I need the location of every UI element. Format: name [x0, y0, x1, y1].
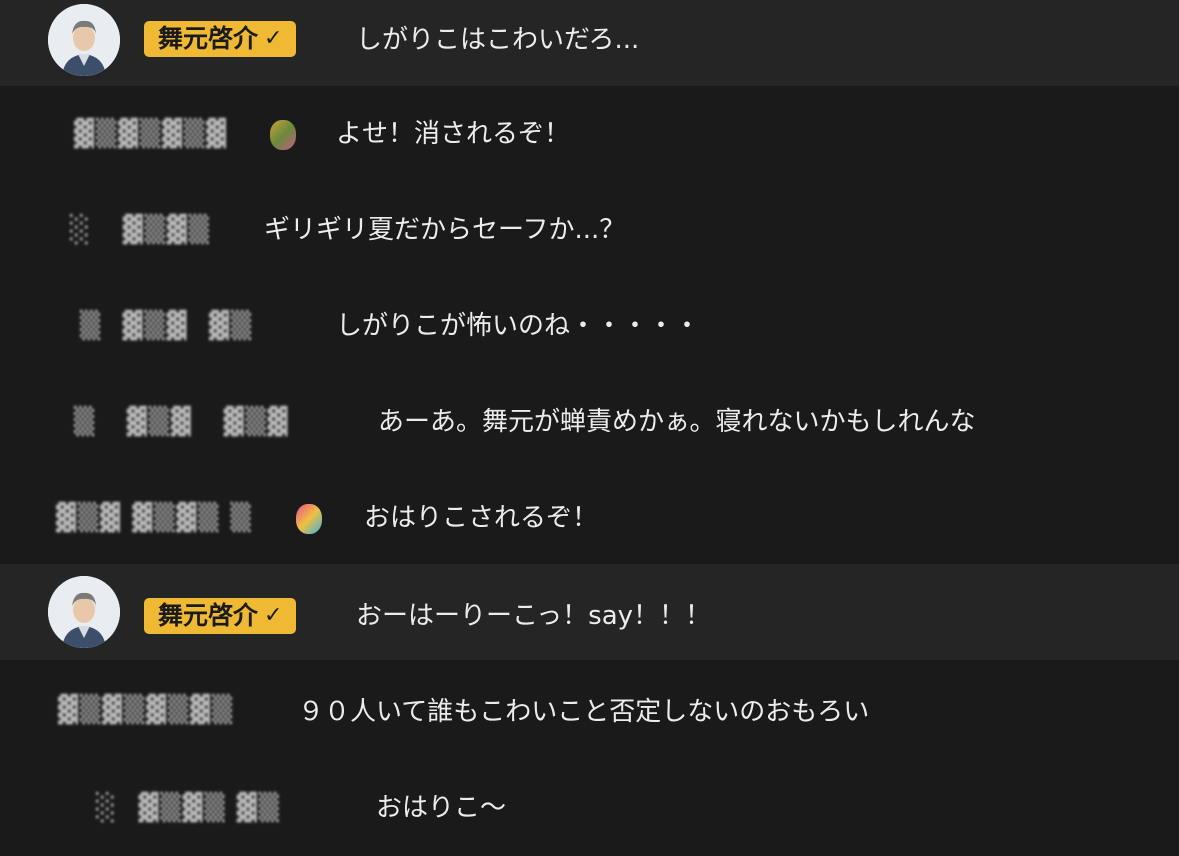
comment-row: ▓▒▓ ▓▒▓▒ ▒ おはりこされるぞ！ — [0, 470, 1179, 564]
commenter-name[interactable]: ▓▒▓▒▓▒▓ — [74, 114, 244, 154]
owner-name: 舞元啓介 — [158, 601, 259, 630]
owner-badge[interactable]: 舞元啓介 ✓ — [144, 598, 297, 634]
commenter-name[interactable]: ▓▒▓▒▓▒▓▒ — [58, 690, 254, 730]
verified-check-icon: ✓ — [264, 26, 283, 51]
comment-row: ▓▒▓▒▓▒▓ よせ！消されるぞ！ — [0, 86, 1179, 182]
comment-row: ░ ▓▒▓▒ ▓▒ おはりこ〜 — [0, 756, 1179, 856]
member-emoji-icon — [296, 504, 322, 534]
comment-text: しがりこはこわいだろ... — [356, 25, 640, 55]
comment-text: しがりこが怖いのね・・・・・ — [336, 311, 701, 341]
member-emoji-icon — [270, 120, 296, 150]
comment-row: ▒ ▓▒▓ ▓▒▓ あーあ。舞元が蝉責めかぁ。寝れないかもしれんな — [0, 374, 1179, 470]
comment-text: おはりこされるぞ！ — [364, 503, 599, 533]
owner-badge[interactable]: 舞元啓介 ✓ — [144, 21, 297, 57]
owner-name: 舞元啓介 — [158, 24, 259, 53]
avatar[interactable] — [48, 4, 120, 76]
commenter-name[interactable]: ▓▒▓ ▓▒▓▒ ▒ — [56, 498, 266, 538]
comment-row: ▓▒▓▒▓▒▓▒ ９０人いて誰もこわいこと否定しないのおもろい — [0, 660, 1179, 756]
comment-text: おーはーりーこっ！say！！！ — [356, 601, 712, 631]
comment-row-owner: 舞元啓介 ✓ しがりこはこわいだろ... — [0, 0, 1179, 86]
comment-text: ギリギリ夏だからセーフか...？ — [264, 215, 626, 245]
commenter-name[interactable]: ░ ▓▒▓▒ — [70, 210, 230, 250]
comment-text: よせ！消されるぞ！ — [336, 119, 571, 149]
commenter-name[interactable]: ▒ ▓▒▓ ▓▒▓ — [74, 402, 344, 442]
comment-row-owner: 舞元啓介 ✓ おーはーりーこっ！say！！！ — [0, 564, 1179, 660]
avatar[interactable] — [48, 576, 120, 648]
comment-text: おはりこ〜 — [376, 793, 507, 823]
avatar-image — [48, 4, 120, 76]
comment-text: あーあ。舞元が蝉責めかぁ。寝れないかもしれんな — [378, 407, 976, 437]
verified-check-icon: ✓ — [264, 603, 283, 628]
commenter-name[interactable]: ▒ ▓▒▓ ▓▒ — [80, 306, 300, 346]
commenter-name[interactable]: ░ ▓▒▓▒ ▓▒ — [96, 788, 326, 828]
comment-text: ９０人いて誰もこわいこと否定しないのおもろい — [298, 697, 870, 727]
avatar-image — [48, 576, 120, 648]
comment-row: ░ ▓▒▓▒ ギリギリ夏だからセーフか...？ — [0, 182, 1179, 278]
comment-row: ▒ ▓▒▓ ▓▒ しがりこが怖いのね・・・・・ — [0, 278, 1179, 374]
